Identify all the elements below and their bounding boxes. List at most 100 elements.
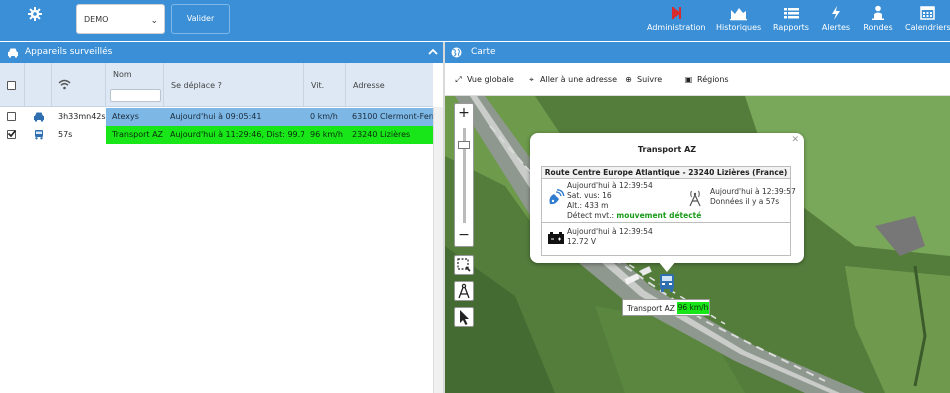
guard-icon bbox=[872, 5, 884, 20]
wifi-icon bbox=[58, 79, 71, 90]
header-signal-column bbox=[52, 63, 106, 107]
vehicle-map-speed: 96 km/h bbox=[677, 302, 709, 314]
nav-alertes[interactable]: Alertes bbox=[821, 4, 851, 38]
zoom-box-button[interactable] bbox=[454, 255, 474, 275]
vehicle-info-popup: ✕ Transport AZ Route Centre Europe Atlan… bbox=[530, 133, 804, 272]
antenna-icon bbox=[689, 190, 701, 207]
shield-icon bbox=[672, 7, 681, 19]
gear-icon[interactable] bbox=[28, 7, 42, 21]
truck-marker-icon[interactable] bbox=[657, 272, 677, 296]
select-pointer-button[interactable] bbox=[454, 307, 474, 327]
globe-icon bbox=[451, 47, 462, 58]
regions-icon: ▣ bbox=[684, 75, 693, 84]
select-all-checkbox[interactable] bbox=[7, 81, 16, 90]
table-row[interactable]: 57s Transport AZ Aujourd'hui à 11:29:46,… bbox=[0, 126, 433, 144]
popup-title: Transport AZ bbox=[637, 145, 697, 154]
map-panel-header: Carte bbox=[445, 42, 950, 63]
popup-address: Route Centre Europe Atlantique - 23240 L… bbox=[542, 167, 790, 179]
bolt-icon bbox=[832, 6, 840, 20]
nav-calendriers[interactable]: Calendriers bbox=[905, 4, 950, 38]
nav-historiques[interactable]: Historiques bbox=[716, 4, 762, 38]
zoom-control: + − bbox=[454, 103, 474, 247]
vehicle-map-label[interactable]: Transport AZ 96 km/h bbox=[622, 299, 710, 316]
go-to-address-label: Aller à une adresse bbox=[540, 75, 617, 84]
row-speed: 0 km/h bbox=[304, 108, 346, 126]
top-bar: DEMO ⌄ Valider Administration Historique… bbox=[0, 0, 950, 41]
header-speed-label: Vit. bbox=[311, 81, 325, 90]
table-row[interactable]: 3h33mn42s Atexys Aujourd'hui à 09:05:41 … bbox=[0, 108, 433, 126]
global-view-button[interactable]: ⤢ Vue globale bbox=[453, 75, 514, 85]
row-address: 63100 Clermont-Ferrand bbox=[346, 108, 433, 126]
zoom-out-button[interactable]: − bbox=[455, 226, 473, 246]
header-moving-column[interactable]: Se déplace ? bbox=[164, 63, 304, 107]
battery-icon bbox=[548, 232, 564, 244]
motion-detect-value: mouvement détecté bbox=[616, 211, 702, 220]
validate-button[interactable]: Valider bbox=[171, 4, 230, 34]
map-panel-title: Carte bbox=[471, 47, 496, 57]
follow-button[interactable]: ⊕ Suivre bbox=[623, 75, 662, 84]
nav-historiques-label: Historiques bbox=[716, 23, 762, 32]
compass-icon bbox=[458, 283, 470, 299]
row-moving: Aujourd'hui à 11:29:46, Dist: 99.7 km bbox=[164, 126, 304, 144]
account-select-value: DEMO bbox=[84, 15, 109, 24]
row-address: 23240 Lizières bbox=[346, 126, 433, 144]
nav-alertes-label: Alertes bbox=[821, 23, 851, 32]
crosshair-icon: ⊕ bbox=[625, 75, 632, 84]
row-name: Transport AZ bbox=[106, 126, 164, 144]
close-icon[interactable]: ✕ bbox=[791, 135, 799, 145]
regions-label: Régions bbox=[697, 75, 729, 84]
header-name-label: Nom bbox=[113, 70, 132, 79]
pin-icon: ⌖ bbox=[529, 75, 534, 84]
table-scrollbar[interactable] bbox=[433, 107, 443, 393]
satellite-icon bbox=[549, 189, 565, 205]
name-filter-input[interactable] bbox=[110, 89, 161, 102]
chevron-down-icon: ⌄ bbox=[150, 16, 158, 26]
header-name-column[interactable]: Nom bbox=[106, 63, 164, 107]
nav-calendriers-label: Calendriers bbox=[905, 23, 950, 32]
regions-button[interactable]: ▣ Régions bbox=[683, 75, 729, 84]
measure-button[interactable] bbox=[454, 281, 474, 301]
header-speed-column[interactable]: Vit. bbox=[304, 63, 346, 107]
table-header: Nom Se déplace ? Vit. Adresse bbox=[0, 63, 433, 107]
popup-details: Route Centre Europe Atlantique - 23240 L… bbox=[541, 166, 796, 256]
header-address-column[interactable]: Adresse bbox=[346, 63, 433, 107]
chevron-up-icon[interactable] bbox=[428, 47, 438, 57]
popup-gps-section: Aujourd'hui à 12:39:54 Sat. vus: 16 Alt.… bbox=[542, 179, 796, 223]
header-moving-label: Se déplace ? bbox=[171, 81, 222, 90]
area-chart-icon bbox=[730, 8, 747, 21]
popup-battery-section: Aujourd'hui à 12:39:54 12.72 V bbox=[542, 224, 790, 255]
motion-detect-label: Détect mvt.: bbox=[567, 211, 617, 220]
altitude: Alt.: 433 m bbox=[567, 201, 609, 210]
header-select-column bbox=[0, 63, 25, 107]
go-to-address-button[interactable]: ⌖ Aller à une adresse bbox=[526, 75, 617, 85]
expand-icon: ⤢ bbox=[455, 75, 462, 84]
car-icon bbox=[8, 48, 18, 58]
row-speed: 96 km/h bbox=[304, 126, 346, 144]
row-moving: Aujourd'hui à 09:05:41 bbox=[164, 108, 304, 126]
nav-administration[interactable]: Administration bbox=[647, 4, 706, 38]
pointer-icon bbox=[460, 310, 469, 325]
nav-rapports-label: Rapports bbox=[773, 23, 809, 32]
row-time: 3h33mn42s bbox=[58, 112, 106, 121]
row-time: 57s bbox=[58, 130, 73, 139]
header-type-column bbox=[25, 63, 52, 107]
devices-panel-header: Appareils surveillés bbox=[0, 42, 443, 63]
zoom-slider-handle[interactable] bbox=[458, 141, 470, 149]
zoom-in-button[interactable]: + bbox=[455, 104, 473, 124]
nav-administration-label: Administration bbox=[647, 23, 706, 32]
data-age: Données il y a 57s bbox=[710, 197, 780, 206]
follow-label: Suivre bbox=[637, 75, 663, 84]
battery-time: Aujourd'hui à 12:39:54 bbox=[567, 227, 653, 236]
account-select[interactable]: DEMO ⌄ bbox=[76, 4, 165, 34]
map-toolbar: ⤢ Vue globale ⌖ Aller à une adresse ⊕ Suivr… bbox=[445, 63, 950, 96]
calendar-icon bbox=[920, 6, 935, 20]
nav-rapports[interactable]: Rapports bbox=[772, 4, 810, 38]
car-icon bbox=[34, 112, 44, 122]
checkmark-icon bbox=[7, 129, 17, 138]
list-icon bbox=[784, 8, 799, 19]
gsm-time: Aujourd'hui à 12:39:57 bbox=[710, 187, 796, 196]
nav-rondes[interactable]: Rondes bbox=[862, 4, 894, 38]
truck-icon bbox=[35, 130, 43, 140]
row-checkbox[interactable] bbox=[7, 112, 16, 121]
vehicle-map-name: Transport AZ bbox=[627, 304, 675, 313]
